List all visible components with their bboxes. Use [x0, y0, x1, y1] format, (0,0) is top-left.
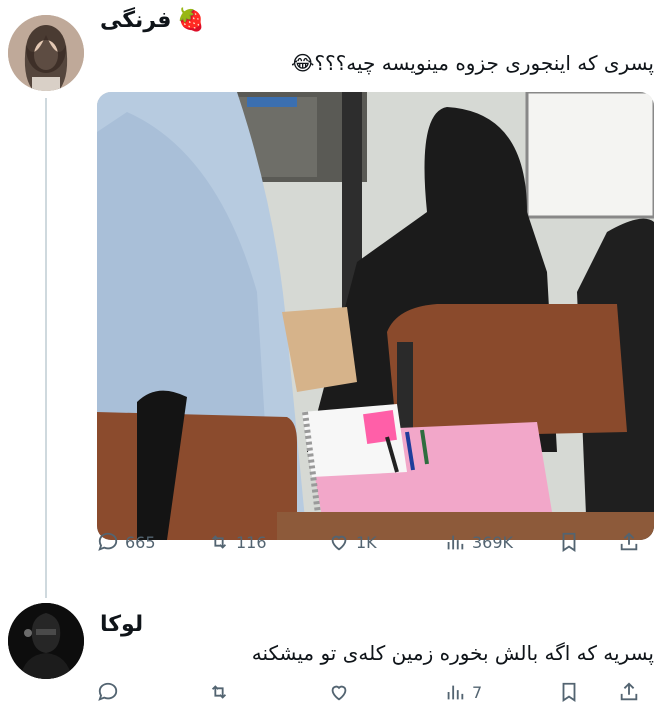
- retweet-icon: [211, 535, 227, 549]
- views-button[interactable]: 369K: [444, 531, 513, 553]
- retweet-button[interactable]: 116: [208, 531, 267, 553]
- share-button[interactable]: [618, 531, 640, 553]
- strawberry-icon: 🍓: [177, 8, 205, 33]
- post-photo[interactable]: [97, 92, 654, 540]
- share-icon: [620, 682, 638, 701]
- views-count: 369K: [472, 532, 514, 552]
- reply-button[interactable]: 665: [97, 531, 156, 553]
- share-icon: [620, 532, 638, 551]
- avatar[interactable]: [8, 15, 84, 91]
- share-button[interactable]: [618, 681, 640, 703]
- bookmark-button[interactable]: [558, 531, 580, 553]
- views-icon: [447, 535, 464, 550]
- views-count: 7: [472, 682, 483, 702]
- thread-line: [45, 98, 47, 598]
- like-icon: [331, 685, 347, 701]
- retweet-icon: [211, 685, 227, 699]
- views-button[interactable]: 7: [444, 681, 482, 703]
- avatar-image: [8, 15, 84, 91]
- reply-icon: [98, 532, 118, 551]
- bookmark-icon: [562, 532, 576, 552]
- reply-count: 665: [125, 532, 156, 552]
- avatar[interactable]: [8, 603, 84, 679]
- retweet-count: 116: [236, 532, 267, 552]
- bookmark-button[interactable]: [558, 681, 580, 703]
- reply-button[interactable]: [97, 681, 119, 703]
- like-icon: [331, 535, 347, 551]
- like-count: 1K: [356, 532, 377, 552]
- reply-icon: [98, 682, 118, 701]
- classroom-photo: [97, 92, 654, 540]
- author-name[interactable]: 🍓 فرنگی: [100, 8, 205, 33]
- avatar-image: [8, 603, 84, 679]
- reply-author-name[interactable]: لوکا: [100, 612, 143, 637]
- like-button[interactable]: 1K: [328, 531, 377, 553]
- bookmark-icon: [562, 682, 576, 702]
- reply-author-name-text: لوکا: [100, 612, 144, 637]
- post-text: پسری که اینجوری جزوه مینویسه چیه؟؟؟😂: [291, 51, 654, 75]
- views-icon: [447, 685, 464, 700]
- like-button[interactable]: [328, 681, 350, 703]
- retweet-button[interactable]: [208, 681, 230, 703]
- author-name-text: فرنگی: [100, 8, 172, 33]
- reply-text: پسریه که اگه بالش بخوره زمین کله‌ی تو می…: [251, 641, 654, 665]
